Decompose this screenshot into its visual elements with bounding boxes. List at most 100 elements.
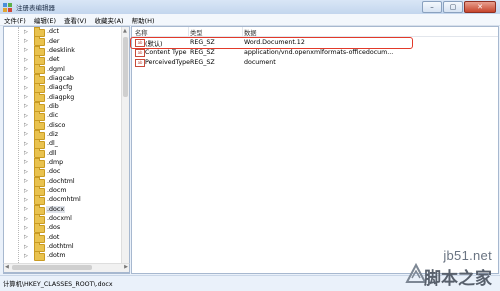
tree-item[interactable]: ▷ .dll (4, 148, 122, 159)
tree-item-label: .docxml (47, 215, 72, 223)
tree-item[interactable]: ▷ .docxml (4, 213, 122, 224)
expand-arrow-icon[interactable]: ▷ (24, 225, 28, 231)
column-divider[interactable] (242, 27, 243, 36)
scroll-thumb[interactable] (123, 37, 128, 97)
expand-arrow-icon[interactable]: ▷ (24, 234, 28, 240)
expand-arrow-icon[interactable]: ▷ (24, 169, 28, 175)
expand-arrow-icon[interactable]: ▷ (24, 75, 28, 81)
column-name-header[interactable]: 名称 (135, 28, 148, 37)
tree-item-label: .dos (47, 224, 61, 232)
expand-arrow-icon[interactable]: ▷ (24, 197, 28, 203)
tree-vertical-scrollbar[interactable]: ▲ ▼ (121, 27, 129, 273)
tree-item[interactable]: ▷ .disco (4, 120, 122, 131)
scroll-left-icon[interactable]: ◀ (5, 264, 9, 270)
tree-item-selected[interactable]: ▷ .docx (4, 204, 122, 215)
tree-item[interactable]: ▷ .dl_ (4, 139, 122, 150)
expand-arrow-icon[interactable]: ▷ (24, 57, 28, 63)
expand-arrow-icon[interactable]: ▷ (24, 253, 28, 259)
tree-item[interactable]: ▷ .diz (4, 129, 122, 140)
menu-edit[interactable]: 编辑(E) (30, 15, 60, 25)
close-button[interactable]: ✕ (464, 1, 496, 13)
tree-item[interactable]: ▷ .diagpkg (4, 92, 122, 103)
tree-item-label: .diagpkg (47, 93, 75, 101)
title-bar[interactable]: 注册表编辑器 – ▢ ✕ (0, 0, 500, 14)
tree-item-label: .desklink (47, 46, 75, 54)
expand-arrow-icon[interactable]: ▷ (24, 47, 28, 53)
expand-arrow-icon[interactable]: ▷ (24, 38, 28, 44)
expand-arrow-icon[interactable]: ▷ (24, 216, 28, 222)
tree-item[interactable]: ▷ .det (4, 55, 122, 66)
tree-item[interactable]: ▷ .desklink (4, 45, 122, 56)
expand-arrow-icon[interactable]: ▷ (24, 66, 28, 72)
expand-arrow-icon[interactable]: ▷ (24, 178, 28, 184)
minimize-button[interactable]: – (422, 1, 442, 13)
watermark-brand: 脚本之家 (424, 269, 492, 289)
expand-arrow-icon[interactable]: ▷ (24, 188, 28, 194)
tree-item-label: .docm (47, 187, 67, 195)
tree-item[interactable]: ▷ .diagcab (4, 73, 122, 84)
expand-arrow-icon[interactable]: ▷ (24, 94, 28, 100)
tree-item[interactable]: ▷ .der (4, 36, 122, 47)
expand-arrow-icon[interactable]: ▷ (24, 85, 28, 91)
column-type-header[interactable]: 类型 (190, 28, 203, 37)
tree-item[interactable]: ▷ .diagcfg (4, 83, 122, 94)
menu-help[interactable]: 帮助(H) (128, 15, 159, 25)
expand-arrow-icon[interactable]: ▷ (24, 159, 28, 165)
tree-item-label: .det (47, 56, 60, 64)
expand-arrow-icon[interactable]: ▷ (24, 244, 28, 250)
tree-item[interactable]: ▷ .docm (4, 185, 122, 196)
value-row[interactable]: ab PerceivedType REG_SZ document (132, 57, 498, 67)
tree-item[interactable]: ▷ .dos (4, 223, 122, 234)
value-type: REG_SZ (190, 58, 215, 66)
string-value-icon: ab (135, 59, 145, 67)
column-divider[interactable] (188, 27, 189, 36)
menu-favorites[interactable]: 收藏夹(A) (91, 15, 128, 25)
tree-item-label: .dl_ (47, 140, 58, 148)
expand-arrow-icon[interactable]: ▷ (24, 103, 28, 109)
tree-item-label: .doc (47, 168, 61, 176)
expand-arrow-icon[interactable]: ▷ (24, 141, 28, 147)
tree-horizontal-scrollbar[interactable]: ◀ ▶ (3, 263, 130, 273)
expand-arrow-icon[interactable]: ▷ (24, 150, 28, 156)
expand-arrow-icon[interactable]: ▷ (24, 113, 28, 119)
key-tree-list: ▷ .dct ▷ .der ▷ .desklink ▷ .det ▷ .dgml ▷ .di… (4, 27, 122, 262)
expand-arrow-icon[interactable]: ▷ (24, 29, 28, 35)
window-controls: – ▢ ✕ (422, 1, 496, 13)
scroll-up-icon[interactable]: ▲ (123, 28, 127, 34)
value-row[interactable]: ab Content Type REG_SZ application/vnd.o… (132, 47, 498, 57)
menu-view[interactable]: 查看(V) (60, 15, 91, 25)
maximize-icon: ▢ (449, 3, 457, 11)
maximize-button[interactable]: ▢ (443, 1, 463, 13)
tree-item[interactable]: ▷ .doc (4, 167, 122, 178)
regedit-app-icon (3, 2, 12, 12)
key-tree-pane[interactable]: ▷ .dct ▷ .der ▷ .desklink ▷ .det ▷ .dgml ▷ .di… (3, 26, 130, 274)
tree-item[interactable]: ▷ .dotm (4, 251, 122, 262)
values-pane[interactable]: 名称 类型 数据 ab (默认) REG_SZ Word.Document.12… (130, 26, 499, 274)
tree-item[interactable]: ▷ .dct (4, 27, 122, 37)
scroll-thumb[interactable] (12, 265, 92, 270)
expand-arrow-icon[interactable]: ▷ (24, 131, 28, 137)
watermark-site: jb51.net (443, 248, 492, 263)
tree-item-label: .der (47, 37, 60, 45)
tree-item[interactable]: ▷ .dic (4, 111, 122, 122)
tree-item-label: .docx (46, 205, 66, 213)
tree-item[interactable]: ▷ .dgml (4, 64, 122, 75)
values-column-header: 名称 类型 数据 (132, 27, 498, 37)
tree-item[interactable]: ▷ .dot (4, 232, 122, 243)
minimize-icon: – (430, 3, 434, 11)
menu-file[interactable]: 文件(F) (0, 15, 30, 25)
tree-item[interactable]: ▷ .dothtml (4, 241, 122, 252)
column-data-header[interactable]: 数据 (244, 28, 257, 37)
tree-item-label: .dib (47, 102, 59, 110)
value-data: application/vnd.openxmlformats-officedoc… (244, 48, 394, 56)
watermark: jb51.net 脚本之家 (404, 248, 494, 289)
tree-item[interactable]: ▷ .dib (4, 101, 122, 112)
tree-item-label: .diagcab (47, 74, 74, 82)
tree-item[interactable]: ▷ .dmp (4, 157, 122, 168)
scroll-right-icon[interactable]: ▶ (124, 264, 128, 270)
value-row-default[interactable]: ab (默认) REG_SZ Word.Document.12 (130, 37, 498, 49)
expand-arrow-icon[interactable]: ▷ (24, 122, 28, 128)
tree-item[interactable]: ▷ .dochtml (4, 176, 122, 187)
expand-arrow-icon[interactable]: ▷ (24, 206, 28, 212)
tree-item[interactable]: ▷ .docmhtml (4, 195, 122, 206)
